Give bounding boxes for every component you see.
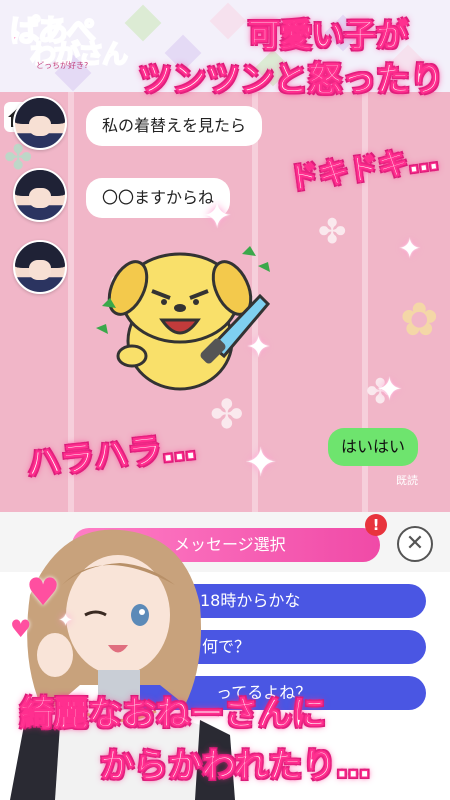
avatar[interactable] (13, 240, 67, 294)
headline-top-2: ツンツンと怒ったり (138, 60, 445, 101)
close-icon: ✕ (405, 531, 425, 556)
sparkle-icon: ✦ (376, 370, 403, 408)
read-receipt: 既読 (396, 474, 418, 487)
sparkle-icon: ✦ (244, 440, 278, 486)
sparkle-icon: ✦ (58, 610, 74, 631)
sparkle-icon: ✦ (398, 232, 422, 265)
logo-subtitle: どっちが好き? (36, 61, 89, 70)
alert-badge: ! (365, 514, 387, 536)
avatar[interactable] (13, 168, 67, 222)
decor-diamond (209, 2, 247, 40)
decor-diamond (124, 4, 162, 42)
clover-icon: ✤ (318, 212, 347, 252)
heart-icon: ♥ (10, 615, 32, 643)
heart-icon: ♥ (26, 570, 61, 614)
sparkle-icon: ✦ (202, 196, 233, 237)
chat-message: 私の着替えを見たら (86, 106, 263, 146)
close-button[interactable]: ✕ (397, 526, 433, 562)
sparkle-icon: ✦ (246, 330, 272, 365)
angry-dog-sticker (96, 246, 271, 391)
app-logo: ぱあぺ わがさん どっちが好き? (9, 6, 129, 71)
headline-bottom-1: 綺麗なおねーさんに (20, 694, 327, 735)
headline-bottom-2: からかわれたり… (99, 746, 371, 787)
headline-top-1: 可愛い子が (247, 16, 409, 55)
avatar[interactable] (13, 96, 67, 150)
clover-icon: ✿ (400, 292, 439, 346)
reply-message: はいはい (328, 428, 419, 466)
